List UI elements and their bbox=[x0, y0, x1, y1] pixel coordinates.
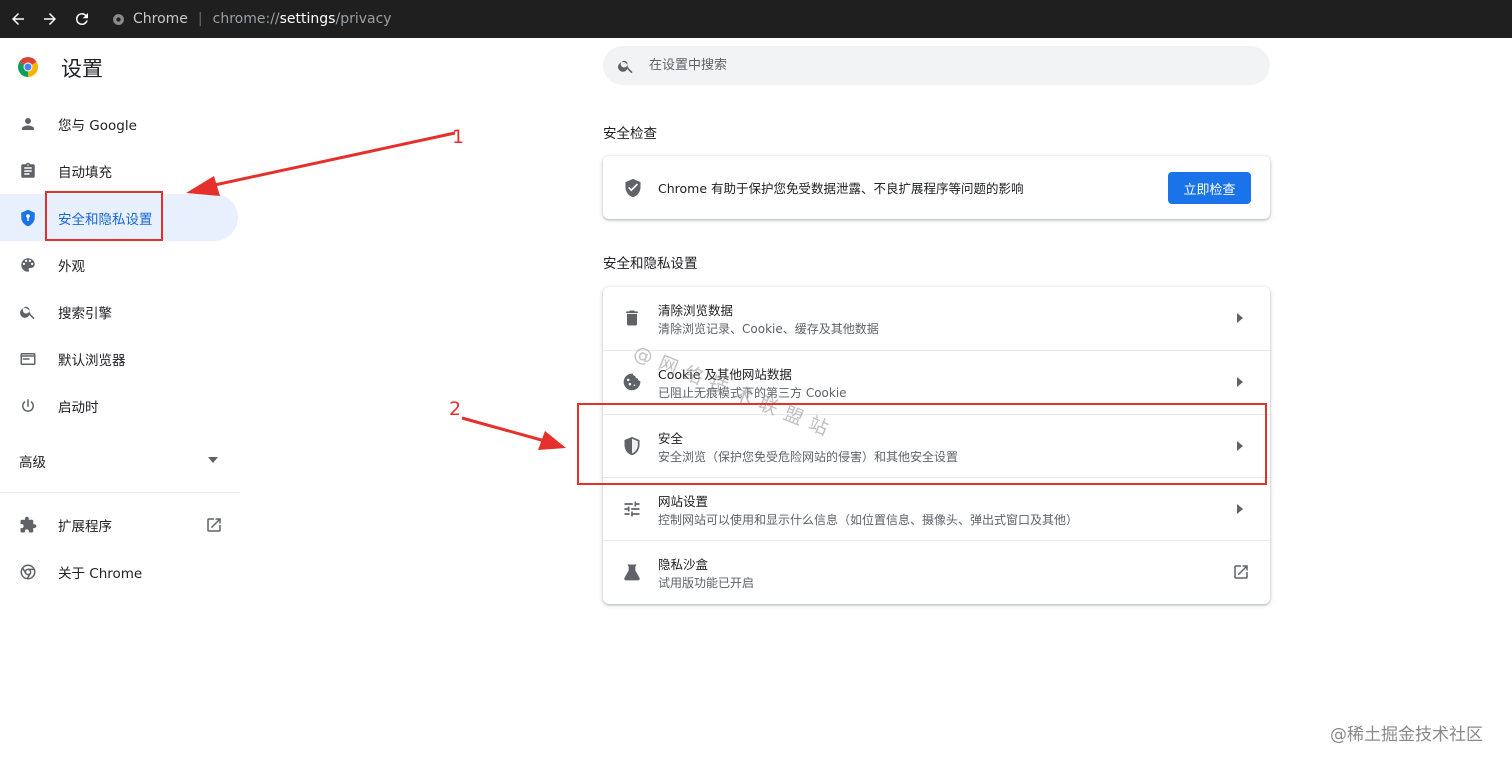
trash-icon bbox=[626, 310, 638, 326]
shield-check-icon bbox=[625, 178, 641, 197]
row-subtitle: 安全浏览（保护您免受危险网站的侵害）和其他安全设置 bbox=[658, 450, 959, 464]
sidebar-item-label: 默认浏览器 bbox=[58, 352, 126, 369]
page-title: 设置 bbox=[61, 57, 103, 81]
url-text: chrome://settings/privacy bbox=[212, 11, 392, 27]
sidebar-item-label: 关于 Chrome bbox=[58, 565, 143, 582]
row-title: 网站设置 bbox=[658, 494, 709, 509]
caret-down-icon bbox=[208, 457, 218, 463]
row-subtitle: 清除浏览记录、Cookie、缓存及其他数据 bbox=[658, 322, 879, 336]
sidebar-item-autofill[interactable]: 自动填充 bbox=[0, 147, 238, 194]
site-name: Chrome bbox=[133, 11, 188, 27]
annotation-label-1: 1 bbox=[452, 126, 465, 148]
sidebar-item-label: 安全和隐私设置 bbox=[58, 211, 153, 228]
sliders-icon bbox=[624, 501, 640, 517]
sidebar-item-search-engine[interactable]: 搜索引擎 bbox=[0, 288, 238, 335]
row-title: Cookie 及其他网站数据 bbox=[658, 367, 792, 382]
puzzle-piece-icon bbox=[18, 515, 38, 535]
chrome-outline-icon bbox=[18, 562, 38, 582]
back-arrow-icon bbox=[12, 13, 24, 25]
privacy-settings-card: 清除浏览数据 清除浏览记录、Cookie、缓存及其他数据 Cookie 及其他网… bbox=[603, 287, 1270, 604]
safety-check-heading: 安全检查 bbox=[603, 126, 657, 142]
forward-button[interactable] bbox=[34, 3, 66, 35]
advanced-label: 高级 bbox=[19, 455, 46, 471]
chrome-logo-icon bbox=[18, 57, 38, 77]
site-settings-row[interactable]: 网站设置 控制网站可以使用和显示什么信息（如位置信息、摄像头、弹出式窗口及其他） bbox=[603, 477, 1270, 541]
row-title: 隐私沙盒 bbox=[658, 557, 709, 572]
cookies-row[interactable]: Cookie 及其他网站数据 已阻止无痕模式下的第三方 Cookie bbox=[603, 350, 1270, 414]
arrow-right-icon bbox=[1237, 313, 1243, 323]
open-in-new-icon bbox=[1234, 565, 1248, 579]
check-now-button[interactable]: 立即检查 bbox=[1168, 172, 1251, 204]
security-row[interactable]: 安全 安全浏览（保护您免受危险网站的侵害）和其他安全设置 bbox=[603, 414, 1270, 478]
search-icon bbox=[618, 60, 633, 73]
sidebar-item-label: 启动时 bbox=[58, 399, 99, 416]
corner-watermark: @稀土掘金技术社区 bbox=[1330, 725, 1483, 745]
clipboard-icon bbox=[18, 161, 38, 181]
palette-icon bbox=[18, 255, 38, 275]
arrow-right-icon bbox=[1237, 377, 1243, 387]
power-icon bbox=[18, 396, 38, 416]
reload-button[interactable] bbox=[66, 3, 98, 35]
search-input[interactable] bbox=[647, 57, 1207, 74]
search-icon bbox=[18, 302, 38, 322]
arrow-right-icon bbox=[1237, 504, 1243, 514]
settings-search-box[interactable] bbox=[603, 46, 1270, 85]
sidebar-item-label: 自动填充 bbox=[58, 164, 112, 181]
sidebar-item-extensions[interactable]: 扩展程序 bbox=[0, 501, 238, 548]
sidebar-item-privacy-security[interactable]: 安全和隐私设置 bbox=[0, 194, 238, 241]
sidebar-item-appearance[interactable]: 外观 bbox=[0, 241, 238, 288]
sidebar-item-label: 外观 bbox=[58, 258, 85, 275]
arrow-right-icon bbox=[1237, 441, 1243, 451]
sidebar-item-label: 搜索引擎 bbox=[58, 305, 112, 322]
shield-icon bbox=[624, 436, 640, 456]
forward-arrow-icon bbox=[44, 13, 56, 25]
person-icon bbox=[18, 114, 38, 134]
safety-check-description: Chrome 有助于保护您免受数据泄露、不良扩展程序等问题的影响 bbox=[658, 181, 1024, 196]
row-subtitle: 试用版功能已开启 bbox=[658, 576, 755, 590]
address-separator: | bbox=[197, 11, 203, 27]
sidebar-item-default-browser[interactable]: 默认浏览器 bbox=[0, 335, 238, 382]
annotation-label-2: 2 bbox=[449, 398, 462, 420]
sidebar-divider bbox=[0, 492, 240, 493]
browser-window-icon bbox=[18, 349, 38, 369]
shield-icon bbox=[18, 208, 38, 228]
annotation-arrow-2 bbox=[461, 416, 566, 450]
row-title: 安全 bbox=[658, 431, 684, 446]
row-subtitle: 已阻止无痕模式下的第三方 Cookie bbox=[658, 386, 847, 400]
sidebar-item-you-and-google[interactable]: 您与 Google bbox=[0, 100, 238, 147]
address-bar[interactable]: Chrome | chrome://settings/privacy bbox=[112, 0, 392, 38]
sidebar-item-about-chrome[interactable]: 关于 Chrome bbox=[0, 548, 238, 595]
sidebar-item-label: 您与 Google bbox=[58, 117, 137, 134]
privacy-sandbox-row[interactable]: 隐私沙盒 试用版功能已开启 bbox=[603, 540, 1270, 604]
back-button[interactable] bbox=[2, 3, 34, 35]
cookie-icon bbox=[623, 373, 641, 391]
browser-toolbar: Chrome | chrome://settings/privacy bbox=[0, 0, 1512, 38]
sidebar-advanced-toggle[interactable]: 高级 bbox=[0, 441, 238, 481]
open-in-new-icon bbox=[207, 517, 221, 532]
clear-browsing-data-row[interactable]: 清除浏览数据 清除浏览记录、Cookie、缓存及其他数据 bbox=[603, 287, 1270, 351]
reload-icon bbox=[75, 13, 88, 26]
row-title: 清除浏览数据 bbox=[658, 303, 734, 318]
flask-icon bbox=[624, 564, 640, 581]
privacy-section-heading: 安全和隐私设置 bbox=[603, 256, 698, 272]
sidebar-item-label: 扩展程序 bbox=[58, 518, 112, 535]
safety-check-card: Chrome 有助于保护您免受数据泄露、不良扩展程序等问题的影响 立即检查 bbox=[603, 156, 1270, 219]
row-subtitle: 控制网站可以使用和显示什么信息（如位置信息、摄像头、弹出式窗口及其他） bbox=[658, 513, 1079, 527]
sidebar-item-on-startup[interactable]: 启动时 bbox=[0, 382, 238, 429]
chrome-page-icon bbox=[113, 13, 124, 25]
